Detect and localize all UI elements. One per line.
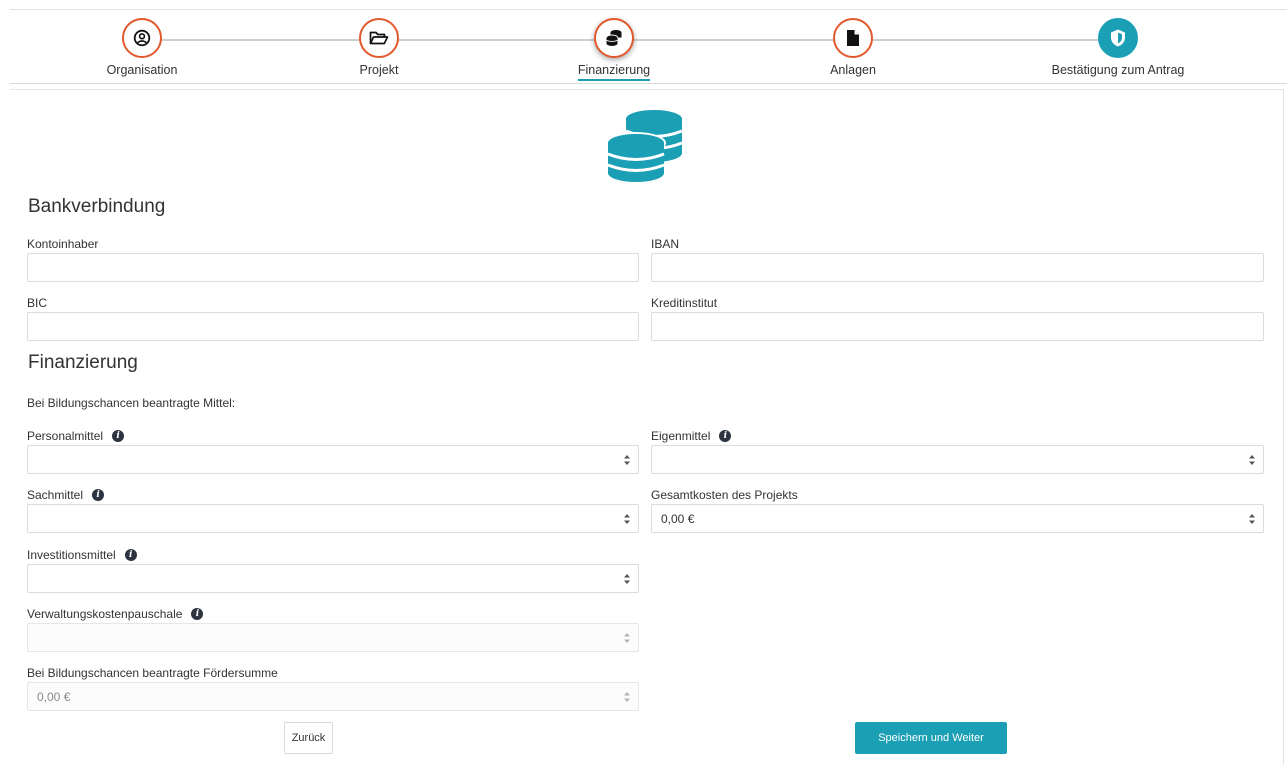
bic-input[interactable]	[27, 312, 639, 341]
personnel-label: Personalmittel i	[27, 429, 125, 443]
account-holder-label: Kontoinhaber	[27, 237, 99, 251]
iban-label: IBAN	[651, 237, 680, 251]
finance-form-panel: Bankverbindung Kontoinhaber IBAN BIC Kre…	[10, 89, 1284, 765]
step-label: Organisation	[106, 63, 178, 77]
spinner-arrows-icon[interactable]	[623, 453, 631, 467]
save-and-continue-button[interactable]: Speichern und Weiter	[855, 722, 1007, 754]
user-circle-icon	[122, 18, 162, 58]
own-funds-label: Eigenmittel i	[651, 429, 732, 443]
admin-flat-rate-label: Verwaltungskostenpauschale i	[27, 607, 204, 621]
account-holder-input[interactable]	[27, 253, 639, 282]
spinner-arrows-icon[interactable]	[1248, 512, 1256, 526]
funding-sum-input: 0,00 €	[27, 682, 639, 711]
info-icon[interactable]: i	[112, 430, 125, 442]
folder-open-icon	[359, 18, 399, 58]
material-label: Sachmittel i	[27, 488, 105, 502]
info-icon[interactable]: i	[92, 489, 105, 501]
investment-label: Investitionsmittel i	[27, 548, 137, 562]
file-icon	[833, 18, 873, 58]
personnel-input[interactable]	[27, 445, 639, 474]
step-label: Projekt	[359, 63, 399, 77]
spinner-arrows-icon[interactable]	[1248, 453, 1256, 467]
admin-flat-rate-input	[27, 623, 639, 652]
back-button[interactable]: Zurück	[284, 722, 333, 754]
iban-input[interactable]	[651, 253, 1264, 282]
spinner-arrows-icon	[624, 692, 630, 702]
spinner-arrows-icon[interactable]	[623, 572, 631, 586]
top-divider	[10, 9, 1287, 10]
spinner-arrows-icon	[624, 633, 630, 643]
shield-icon	[1098, 18, 1138, 58]
investment-input[interactable]	[27, 564, 639, 593]
coins-icon	[594, 18, 634, 58]
section-title-bank: Bankverbindung	[28, 196, 166, 217]
info-icon[interactable]: i	[124, 549, 137, 561]
step-label: Finanzierung	[577, 63, 651, 81]
own-funds-input[interactable]	[651, 445, 1264, 474]
material-input[interactable]	[27, 504, 639, 533]
total-cost-input[interactable]: 0,00 €	[651, 504, 1264, 533]
progress-stepper: Organisation Projekt Finanzierung Anlage…	[10, 14, 1287, 84]
total-cost-label: Gesamtkosten des Projekts	[651, 488, 798, 502]
section-title-finance: Finanzierung	[28, 352, 138, 373]
bic-label: BIC	[27, 296, 48, 310]
info-icon[interactable]: i	[191, 608, 204, 620]
step-organisation[interactable]: Organisation	[32, 14, 252, 79]
step-projekt[interactable]: Projekt	[269, 14, 489, 79]
bank-label: Kreditinstitut	[651, 296, 718, 310]
funding-sum-label: Bei Bildungschancen beantragte Fördersum…	[27, 666, 278, 680]
spinner-arrows-icon[interactable]	[623, 512, 631, 526]
step-finanzierung[interactable]: Finanzierung	[504, 14, 724, 81]
finance-intro-text: Bei Bildungschancen beantragte Mittel:	[27, 396, 236, 410]
step-anlagen[interactable]: Anlagen	[743, 14, 963, 79]
info-icon[interactable]: i	[719, 430, 732, 442]
step-label: Bestätigung zum Antrag	[1051, 63, 1185, 77]
bank-input[interactable]	[651, 312, 1264, 341]
step-bestaetigung[interactable]: Bestätigung zum Antrag	[1008, 14, 1228, 79]
step-label: Anlagen	[830, 63, 876, 77]
coins-icon	[608, 110, 683, 182]
